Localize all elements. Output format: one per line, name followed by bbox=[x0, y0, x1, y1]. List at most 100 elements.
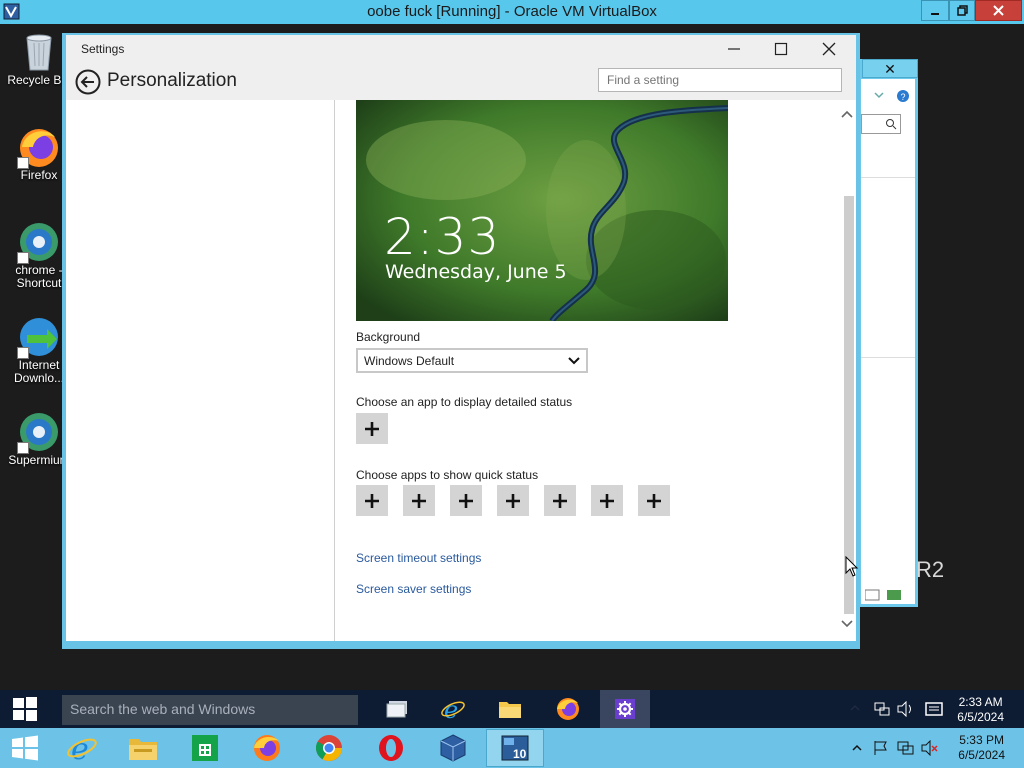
action-center-flag-icon[interactable] bbox=[873, 740, 889, 756]
guest-clock-date: 6/5/2024 bbox=[957, 710, 1004, 724]
shortcut-arrow-icon bbox=[17, 252, 29, 264]
add-quick-status-app-button[interactable] bbox=[638, 485, 670, 516]
host-taskbar-firefox[interactable] bbox=[238, 729, 296, 767]
page-title: Personalization bbox=[107, 70, 237, 91]
add-quick-status-app-button[interactable] bbox=[403, 485, 435, 516]
desktop-watermark-text: R2 bbox=[916, 557, 945, 582]
svg-text:?: ? bbox=[901, 92, 906, 102]
host-taskbar-internet-explorer[interactable]: e bbox=[53, 729, 111, 767]
lock-screen-preview-time: 2:33 bbox=[384, 208, 501, 266]
screen-saver-settings-link[interactable]: Screen saver settings bbox=[356, 582, 471, 596]
background-window-close-button[interactable]: ✕ bbox=[862, 59, 918, 78]
host-window-titlebar[interactable]: oobe fuck [Running] - Oracle VM VirtualB… bbox=[0, 0, 1024, 24]
guest-start-button[interactable] bbox=[0, 690, 50, 728]
recycle-bin-icon bbox=[17, 30, 61, 74]
add-quick-status-app-button[interactable] bbox=[591, 485, 623, 516]
chevron-up-icon[interactable] bbox=[852, 743, 862, 753]
host-taskbar-store[interactable] bbox=[176, 729, 234, 767]
screen-timeout-settings-link[interactable]: Screen timeout settings bbox=[356, 551, 481, 565]
opera-icon bbox=[379, 735, 403, 761]
host-taskbar: e 10 5:33 PM 6/5/2024 bbox=[0, 728, 1024, 768]
close-icon bbox=[822, 42, 836, 56]
maximize-icon bbox=[774, 42, 788, 56]
virtual-machine-icon: 10 bbox=[501, 735, 529, 761]
plus-icon bbox=[506, 493, 520, 508]
lock-screen-preview-image: 2:33 Wednesday, June 5 bbox=[356, 100, 728, 321]
host-taskbar-chrome[interactable] bbox=[300, 729, 358, 767]
plus-icon bbox=[459, 493, 473, 508]
add-detailed-status-app-button[interactable] bbox=[356, 413, 388, 444]
settings-titlebar[interactable]: Settings bbox=[66, 35, 856, 63]
quick-status-label: Choose apps to show quick status bbox=[356, 468, 539, 482]
add-quick-status-app-button[interactable] bbox=[497, 485, 529, 516]
host-taskbar-opera[interactable] bbox=[362, 729, 420, 767]
close-icon bbox=[993, 5, 1004, 16]
detailed-status-label: Choose an app to display detailed status bbox=[356, 395, 573, 409]
settings-maximize-button[interactable] bbox=[758, 35, 804, 63]
add-quick-status-app-button[interactable] bbox=[450, 485, 482, 516]
host-minimize-button[interactable] bbox=[921, 0, 949, 21]
volume-icon[interactable] bbox=[897, 701, 915, 717]
network-icon[interactable] bbox=[874, 701, 890, 717]
volume-muted-icon[interactable] bbox=[921, 740, 939, 756]
notification-center-icon[interactable] bbox=[925, 702, 943, 718]
settings-close-button[interactable] bbox=[806, 35, 852, 63]
settings-minimize-button[interactable] bbox=[711, 35, 757, 63]
host-taskbar-file-explorer[interactable] bbox=[114, 729, 172, 767]
chrome-icon bbox=[315, 735, 342, 761]
host-start-button[interactable] bbox=[0, 728, 50, 768]
add-quick-status-app-button[interactable] bbox=[544, 485, 576, 516]
lock-screen-settings-content: 2:33 Wednesday, June 5 Background Window… bbox=[336, 100, 838, 641]
guest-taskbar-search[interactable]: Search the web and Windows bbox=[62, 695, 358, 725]
settings-window[interactable]: Settings Personalization Find a setting … bbox=[62, 33, 860, 649]
scroll-down-icon[interactable] bbox=[840, 618, 854, 630]
lock-screen-preview-date: Wednesday, June 5 bbox=[385, 261, 567, 283]
host-clock[interactable]: 5:33 PM 6/5/2024 bbox=[958, 733, 1005, 763]
chevron-down-icon bbox=[568, 357, 580, 365]
help-icon[interactable]: ? bbox=[871, 89, 911, 103]
background-dropdown-value: Windows Default bbox=[364, 354, 455, 368]
settings-header: Personalization bbox=[66, 63, 856, 100]
add-quick-status-app-button[interactable] bbox=[356, 485, 388, 516]
mouse-cursor-icon bbox=[845, 556, 859, 577]
guest-taskbar-task-view[interactable] bbox=[372, 690, 422, 728]
guest-desktop: Recycle Bin Firefox chrome - Shortcut In… bbox=[0, 24, 1024, 690]
folder-icon bbox=[499, 702, 521, 718]
back-button[interactable] bbox=[75, 69, 101, 95]
guest-clock[interactable]: 2:33 AM 6/5/2024 bbox=[957, 695, 1004, 725]
search-icon[interactable] bbox=[861, 114, 901, 134]
scrollbar-thumb[interactable] bbox=[844, 196, 854, 614]
chevron-up-icon[interactable] bbox=[850, 703, 860, 713]
network-icon[interactable] bbox=[897, 740, 915, 756]
host-clock-time: 5:33 PM bbox=[959, 733, 1004, 747]
background-dropdown[interactable]: Windows Default bbox=[356, 348, 588, 373]
restore-icon bbox=[956, 5, 968, 16]
firefox-icon bbox=[254, 735, 280, 761]
download-manager-icon bbox=[17, 315, 61, 359]
guest-taskbar-internet-explorer[interactable]: e bbox=[428, 690, 478, 728]
svg-text:e: e bbox=[71, 733, 89, 763]
plus-icon bbox=[412, 493, 426, 508]
scroll-up-icon[interactable] bbox=[840, 108, 854, 120]
view-toggle-icon[interactable] bbox=[864, 588, 905, 606]
host-restore-button[interactable] bbox=[949, 0, 975, 21]
firefox-icon bbox=[557, 698, 579, 720]
host-system-tray: 5:33 PM 6/5/2024 bbox=[848, 728, 1024, 768]
guest-taskbar-firefox[interactable] bbox=[543, 690, 593, 728]
internet-explorer-icon: e bbox=[67, 733, 97, 763]
settings-body: 2:33 Wednesday, June 5 Background Window… bbox=[66, 100, 856, 641]
background-label: Background bbox=[356, 330, 421, 344]
svg-text:e: e bbox=[444, 697, 458, 721]
find-setting-input[interactable] bbox=[598, 68, 842, 92]
host-taskbar-windows-10-vm[interactable]: 10 bbox=[486, 729, 544, 767]
shortcut-arrow-icon bbox=[17, 157, 29, 169]
shortcut-arrow-icon bbox=[17, 347, 29, 359]
guest-taskbar-settings[interactable] bbox=[600, 690, 650, 728]
background-window[interactable]: ✕ ? bbox=[858, 59, 918, 607]
gear-icon bbox=[615, 699, 635, 719]
globe-icon bbox=[17, 220, 61, 264]
minimize-icon bbox=[931, 12, 939, 15]
host-taskbar-virtualbox[interactable] bbox=[424, 729, 482, 767]
guest-taskbar-file-explorer[interactable] bbox=[485, 690, 535, 728]
host-close-button[interactable] bbox=[975, 0, 1022, 21]
